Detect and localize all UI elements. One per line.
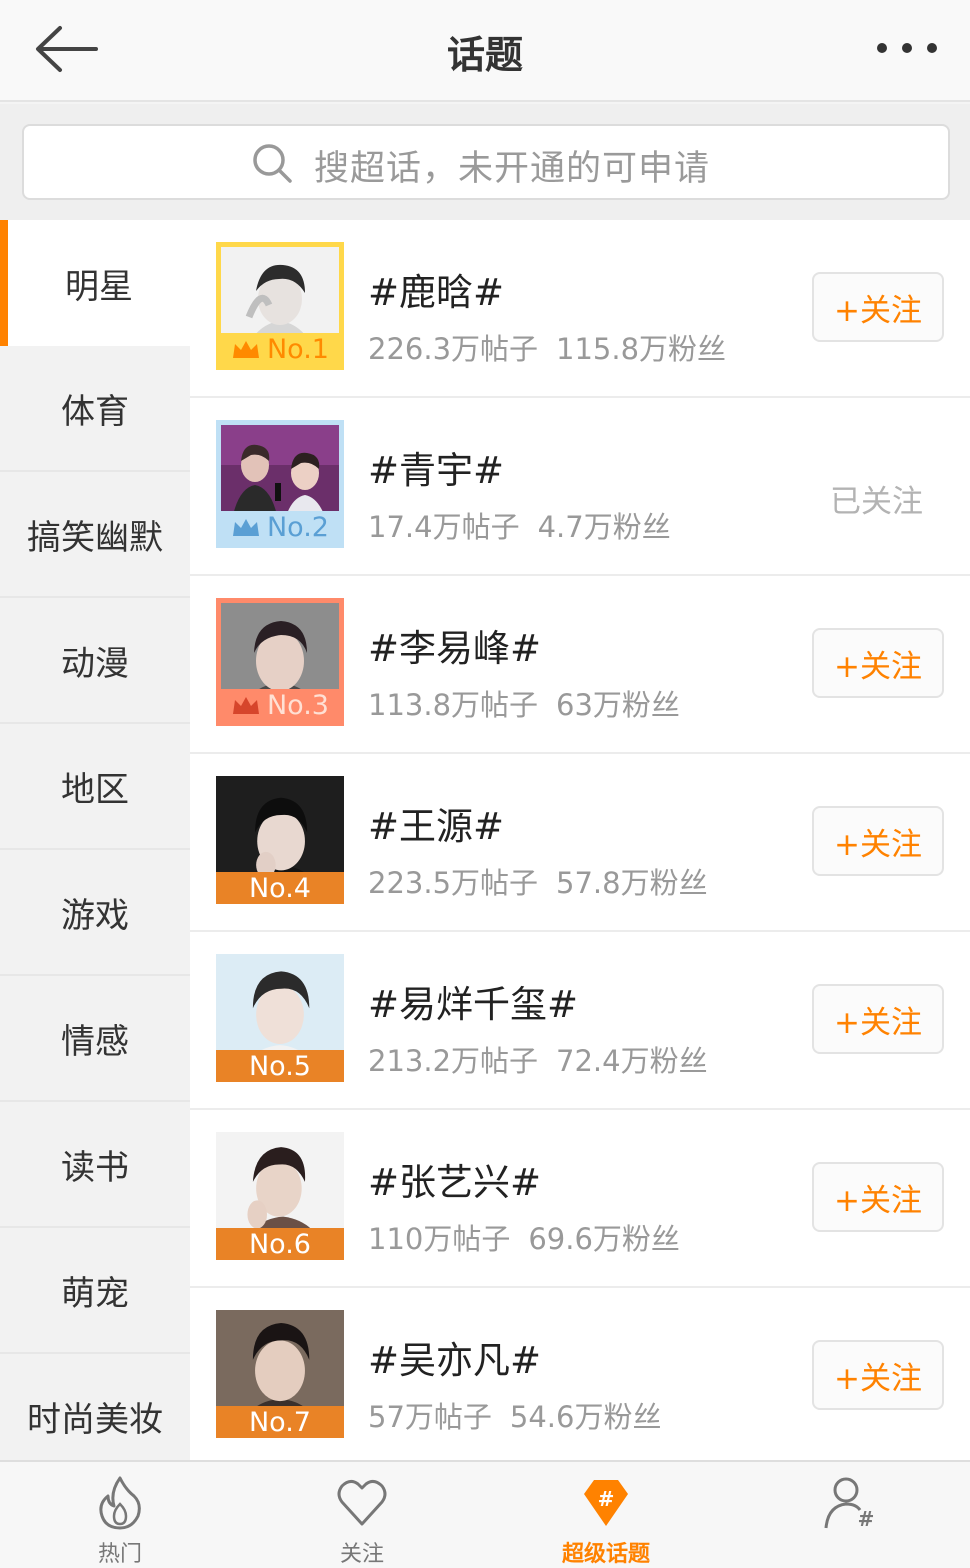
topic-row[interactable]: No.4 #王源# 223.5万帖子 57.8万粉丝 +关注 <box>190 754 970 932</box>
flame-icon <box>99 1476 141 1530</box>
rank-badge: No.1 <box>221 333 339 365</box>
search-area: 搜超话，未开通的可申请 <box>0 104 970 220</box>
topic-stats: 17.4万帖子 4.7万粉丝 <box>368 504 671 546</box>
tab-hot[interactable]: 热门 <box>60 1470 180 1568</box>
posts-count: 110万帖子 <box>368 1222 511 1256</box>
rank-badge: No.3 <box>221 689 339 721</box>
more-dots-icon <box>877 43 937 53</box>
follow-button[interactable]: +关注 <box>812 272 944 342</box>
follow-button[interactable]: +关注 <box>812 1340 944 1410</box>
posts-count: 213.2万帖子 <box>368 1044 539 1078</box>
category-sidebar: 明星 体育 搞笑幽默 动漫 地区 游戏 情感 读书 萌宠 时尚美妆 <box>0 220 190 1480</box>
search-icon <box>253 144 292 183</box>
topic-name[interactable]: #青宇# <box>368 440 504 494</box>
topic-row[interactable]: No.7 #吴亦凡# 57万帖子 54.6万粉丝 +关注 <box>190 1288 970 1460</box>
posts-count: 226.3万帖子 <box>368 332 539 366</box>
topic-avatar[interactable]: No.6 <box>216 1132 344 1260</box>
followed-status[interactable]: 已关注 <box>830 476 923 521</box>
topic-name[interactable]: #王源# <box>368 796 504 850</box>
fans-count: 63万粉丝 <box>556 688 680 722</box>
tab-super-topic[interactable]: # 超级话题 <box>546 1470 666 1568</box>
rank-badge: No.6 <box>216 1228 344 1260</box>
crown-icon <box>232 697 259 714</box>
page-title: 话题 <box>446 33 523 77</box>
fans-count: 69.6万粉丝 <box>528 1222 680 1256</box>
fans-count: 57.8万粉丝 <box>556 866 708 900</box>
topic-row[interactable]: No.6 #张艺兴# 110万帖子 69.6万粉丝 +关注 <box>190 1110 970 1288</box>
sidebar-item-reading[interactable]: 读书 <box>0 1102 190 1228</box>
topic-stats: 110万帖子 69.6万粉丝 <box>368 1216 680 1258</box>
topic-stats: 57万帖子 54.6万粉丝 <box>368 1394 661 1436</box>
topic-row[interactable]: No.3 #李易峰# 113.8万帖子 63万粉丝 +关注 <box>190 576 970 754</box>
topic-name[interactable]: #吴亦凡# <box>368 1330 541 1384</box>
topic-name[interactable]: #张艺兴# <box>368 1152 541 1206</box>
tab-label: 超级话题 <box>561 1542 650 1567</box>
sidebar-item-pets[interactable]: 萌宠 <box>0 1228 190 1354</box>
svg-text:#: # <box>598 1487 615 1511</box>
topic-stats: 226.3万帖子 115.8万粉丝 <box>368 326 726 368</box>
hashtag-diamond-icon: # <box>584 1480 628 1526</box>
posts-count: 113.8万帖子 <box>368 688 539 722</box>
fans-count: 115.8万粉丝 <box>556 332 727 366</box>
sidebar-item-stars[interactable]: 明星 <box>0 220 190 346</box>
topic-row[interactable]: No.5 #易烊千玺# 213.2万帖子 72.4万粉丝 +关注 <box>190 932 970 1110</box>
sidebar-item-emotion[interactable]: 情感 <box>0 976 190 1102</box>
tab-my-topics[interactable]: # <box>790 1470 910 1568</box>
topic-stats: 213.2万帖子 72.4万粉丝 <box>368 1038 708 1080</box>
topic-row[interactable]: No.1 #鹿晗# 226.3万帖子 115.8万粉丝 +关注 <box>190 220 970 398</box>
rank-badge: No.5 <box>216 1050 344 1082</box>
tab-label: 热门 <box>97 1542 142 1567</box>
search-input[interactable]: 搜超话，未开通的可申请 <box>22 124 950 200</box>
topic-name[interactable]: #李易峰# <box>368 618 541 672</box>
follow-button[interactable]: +关注 <box>812 984 944 1054</box>
tab-follow[interactable]: 关注 <box>302 1470 422 1568</box>
heart-icon <box>337 1479 387 1526</box>
topic-row[interactable]: No.2 #青宇# 17.4万帖子 4.7万粉丝 已关注 <box>190 398 970 576</box>
follow-button[interactable]: +关注 <box>812 628 944 698</box>
follow-button[interactable]: +关注 <box>812 806 944 876</box>
topic-name[interactable]: #鹿晗# <box>368 262 504 316</box>
bottom-tab-bar: 热门 关注 # 超级话题 # <box>0 1460 970 1568</box>
top-bar: 话题 <box>0 0 970 102</box>
rank-badge: No.7 <box>216 1406 344 1438</box>
sidebar-item-games[interactable]: 游戏 <box>0 850 190 976</box>
crown-icon <box>232 519 259 536</box>
more-button[interactable] <box>874 30 940 66</box>
fans-count: 54.6万粉丝 <box>509 1400 662 1434</box>
fans-count: 72.4万粉丝 <box>556 1044 708 1078</box>
user-hashtag-icon: # <box>824 1477 875 1530</box>
posts-count: 57万帖子 <box>368 1400 492 1434</box>
posts-count: 17.4万帖子 <box>368 510 520 544</box>
rank-badge: No.2 <box>221 511 339 543</box>
sidebar-item-humor[interactable]: 搞笑幽默 <box>0 472 190 598</box>
search-placeholder: 搜超话，未开通的可申请 <box>314 149 711 189</box>
topic-stats: 223.5万帖子 57.8万粉丝 <box>368 860 708 902</box>
sidebar-item-region[interactable]: 地区 <box>0 724 190 850</box>
follow-button[interactable]: +关注 <box>812 1162 944 1232</box>
topic-name[interactable]: #易烊千玺# <box>368 974 578 1028</box>
sidebar-item-sports[interactable]: 体育 <box>0 346 190 472</box>
topic-avatar[interactable]: No.4 <box>216 776 344 904</box>
rank-badge: No.4 <box>216 872 344 904</box>
topic-avatar[interactable]: No.5 <box>216 954 344 1082</box>
topic-stats: 113.8万帖子 63万粉丝 <box>368 682 680 724</box>
sidebar-item-anime[interactable]: 动漫 <box>0 598 190 724</box>
topic-avatar[interactable]: No.7 <box>216 1310 344 1438</box>
fans-count: 4.7万粉丝 <box>537 510 671 544</box>
crown-icon <box>232 341 259 358</box>
topic-avatar[interactable]: No.1 <box>216 242 344 370</box>
topic-avatar[interactable]: No.2 <box>216 420 344 548</box>
topic-avatar[interactable]: No.3 <box>216 598 344 726</box>
posts-count: 223.5万帖子 <box>368 866 539 900</box>
topic-list: No.1 #鹿晗# 226.3万帖子 115.8万粉丝 +关注 No.2 #青宇… <box>190 220 970 1460</box>
tab-label: 关注 <box>339 1542 384 1567</box>
svg-text:#: # <box>858 1507 875 1530</box>
